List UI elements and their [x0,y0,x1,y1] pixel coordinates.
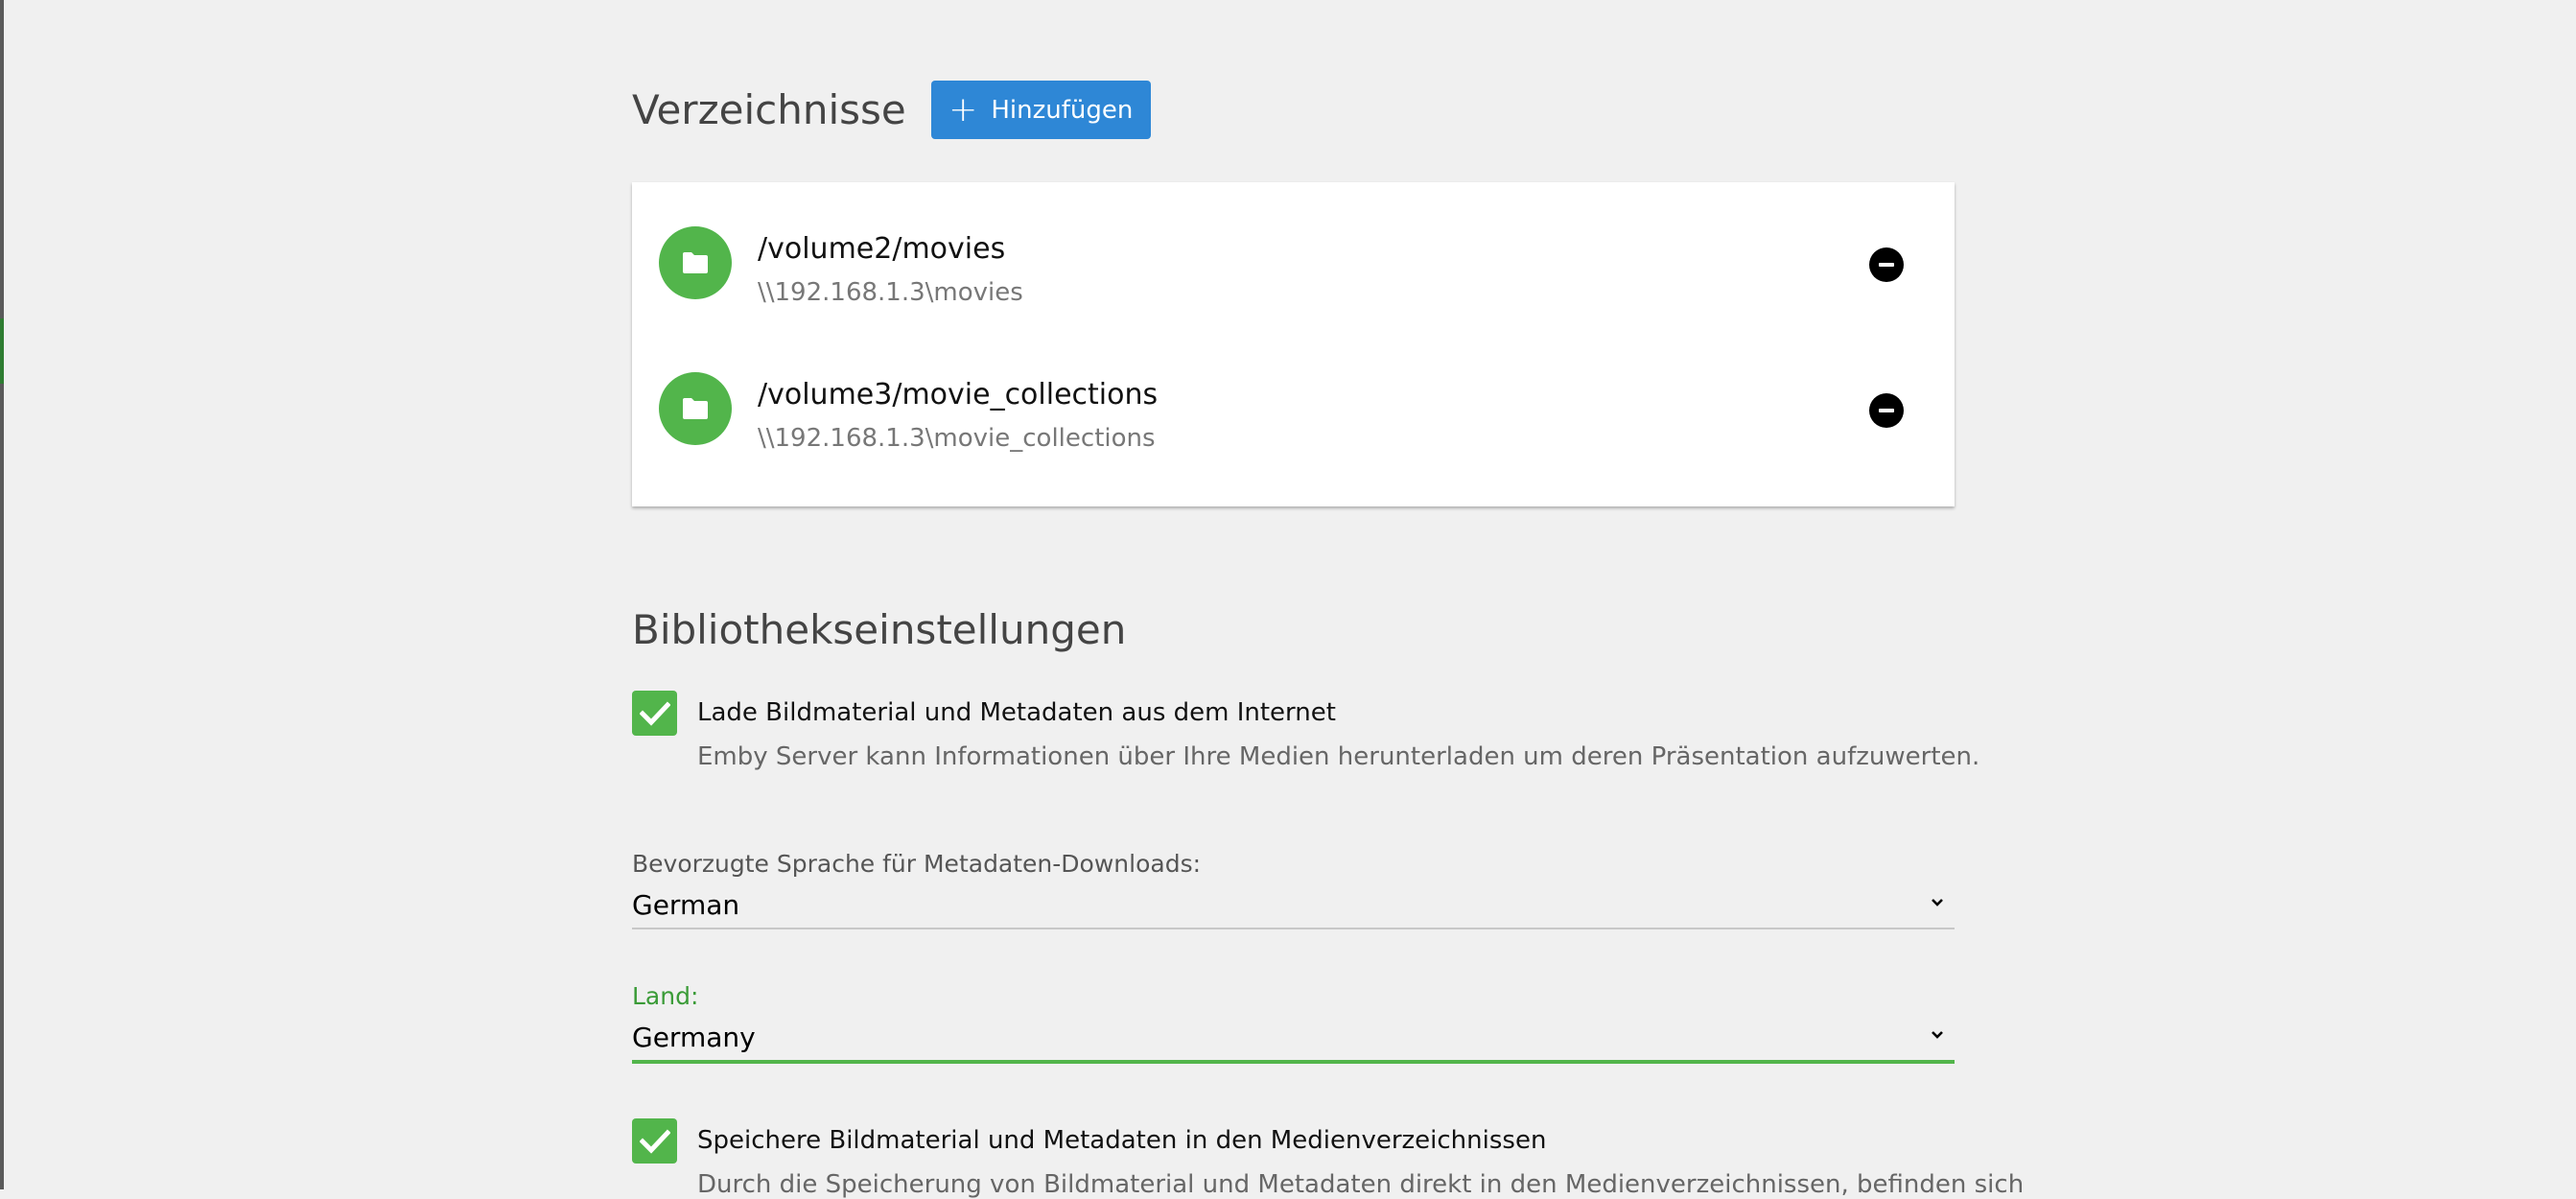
download-metadata-label[interactable]: Lade Bildmaterial und Metadaten aus dem … [697,698,1336,727]
library-settings-title: Bibliothekseinstellungen [632,606,1127,653]
folder-list-item[interactable]: /volume2/movies \\192.168.1.3\movies [632,190,1955,334]
save-local-metadata-label[interactable]: Speichere Bildmaterial und Metadaten in … [697,1126,1546,1155]
save-local-metadata-description: Durch die Speicherung von Bildmaterial u… [697,1170,2025,1199]
folders-title: Verzeichnisse [632,86,906,133]
metadata-language-select[interactable]: German [632,889,1955,929]
folders-list: /volume2/movies \\192.168.1.3\movies /vo… [632,182,1955,506]
country-select[interactable]: Germany [632,1022,1955,1064]
chevron-down-icon [1932,899,1943,906]
folder-network-path: \\192.168.1.3\movies [758,278,1023,307]
folders-header: Verzeichnisse + Hinzufügen [632,81,1151,139]
plus-icon: + [948,89,978,129]
country-value: Germany [632,1022,756,1053]
metadata-language-label: Bevorzugte Sprache für Metadaten-Downloa… [632,850,1202,878]
save-local-metadata-option: Speichere Bildmaterial und Metadaten in … [632,1118,2024,1199]
minus-icon [1879,263,1894,267]
window-edge [0,0,4,1189]
chevron-down-icon [1932,1031,1943,1039]
download-metadata-description: Emby Server kann Informationen über Ihre… [697,742,1980,771]
remove-folder-button[interactable] [1869,393,1904,428]
download-metadata-option: Lade Bildmaterial und Metadaten aus dem … [632,691,1979,787]
folder-icon [659,372,732,445]
metadata-language-value: German [632,889,740,921]
minus-icon [1879,409,1894,412]
folder-network-path: \\192.168.1.3\movie_collections [758,424,1156,453]
remove-folder-button[interactable] [1869,247,1904,282]
checkmark-icon [639,1128,670,1154]
folder-list-item[interactable]: /volume3/movie_collections \\192.168.1.3… [632,336,1955,480]
add-folder-button[interactable]: + Hinzufügen [930,81,1151,139]
metadata-language-setting: Bevorzugte Sprache für Metadaten-Downloa… [632,850,1955,929]
folder-path: /volume3/movie_collections [758,378,1159,411]
download-metadata-checkbox[interactable] [632,691,677,736]
folder-icon [659,226,732,299]
add-folder-label: Hinzufügen [991,95,1134,125]
save-local-metadata-checkbox[interactable] [632,1118,677,1164]
country-label: Land: [632,982,699,1010]
window-edge-accent [0,318,4,384]
country-setting: Land: Germany [632,982,1955,1064]
checkmark-icon [639,700,670,726]
folder-path: /volume2/movies [758,232,1006,266]
